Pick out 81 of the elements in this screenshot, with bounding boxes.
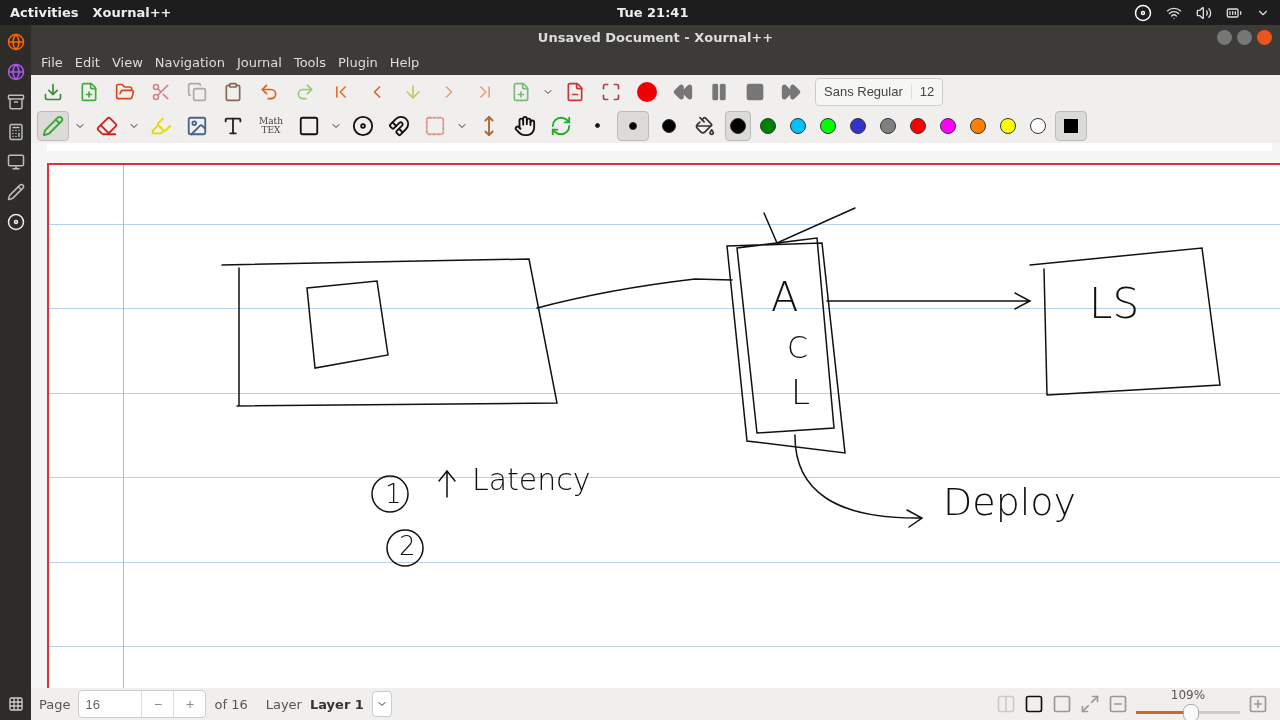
save-icon [43,81,63,102]
archive-icon [6,93,25,111]
magnet-icon [388,114,410,137]
menu-item[interactable]: Help [383,55,426,70]
undo-icon [259,81,279,102]
dot-icon [594,123,600,128]
handwritten-text: Deploy [943,483,1077,521]
dot-icon [629,121,637,130]
two-page-icon [996,694,1016,714]
delete-page-icon [565,81,585,102]
rectangle-icon [298,114,320,137]
activities-button[interactable]: Activities [10,5,79,20]
minimize-button[interactable] [1217,30,1232,45]
fullscreen-icon [601,81,621,102]
clock[interactable]: Tue 21:41 [617,5,689,20]
paste-icon [223,81,243,102]
refresh-icon [550,114,572,137]
paint-bucket-icon [695,115,715,136]
menu-item[interactable]: Tools [287,55,332,70]
layer-dropdown[interactable] [371,691,392,717]
hand-icon [514,114,536,137]
handwritten-text: L [791,375,810,409]
menu-item[interactable]: Journal [230,55,288,70]
pencil-icon [42,114,64,137]
menu-item[interactable]: Plugin [331,55,384,70]
volume-icon [1196,4,1212,21]
page-spinner[interactable]: 16 − + [78,690,207,718]
zoom-out-icon [1108,694,1128,714]
rewind-icon [673,81,693,102]
selection-rectangle-icon [424,114,446,137]
rotate-snap-icon [352,114,374,137]
menu-item[interactable]: File [35,55,69,70]
zoom-in-icon [1248,694,1268,714]
calculator-icon [6,123,25,141]
menu-item[interactable]: Navigation [148,55,231,70]
menu-item[interactable]: Edit [68,55,106,70]
record-icon [637,81,657,102]
handwritten-text: 1 [385,481,402,507]
stop-icon [745,81,765,102]
apps-grid-icon [7,696,24,712]
image-icon [186,114,208,137]
cut-icon [151,81,171,102]
handwritten-text: A [771,277,799,317]
increment-button[interactable]: + [173,691,206,717]
color-button[interactable] [725,110,751,141]
open-folder-icon [115,81,135,102]
close-button[interactable] [1257,30,1272,45]
handwritten-text: C [787,333,808,363]
redo-icon [295,81,315,102]
eraser-icon [96,114,118,137]
zoom-thumb[interactable] [1183,704,1200,720]
page-total: of 16 [214,696,248,712]
app-menu[interactable]: Xournal++ [92,5,172,20]
pencil-tool[interactable] [37,110,69,141]
page-one-icon [1052,694,1072,714]
handwritten-text: LS [1089,283,1140,325]
zoom-percent: 109% [1170,688,1206,702]
menu-item[interactable]: View [105,55,149,70]
math-tex-button[interactable]: Math TEX [253,110,289,141]
fast-forward-icon [781,81,801,102]
maximize-button[interactable] [1237,30,1252,45]
single-page-icon [1024,694,1044,714]
font-selector[interactable]: Sans Regular 12 [815,77,944,106]
dot-icon [662,118,676,133]
pen-size-button[interactable] [617,110,649,141]
browser-icon [6,33,25,51]
copy-icon [187,81,207,102]
handwritten-text: Latency [472,465,591,495]
handwritten-text: 2 [399,533,416,559]
page-label: Page [39,696,71,712]
custom-color-button[interactable] [1055,110,1087,141]
window-title: Unsaved Document - Xournal++ [537,30,774,45]
pause-icon [709,81,729,102]
color-swatch [1064,118,1078,133]
page-field[interactable]: 16 [79,696,142,712]
decrement-button[interactable]: − [141,691,174,717]
new-page-icon [79,81,99,102]
layer-name: Layer 1 [309,696,364,712]
fit-page-icon [1080,694,1100,714]
insert-page-icon [511,81,531,102]
layer-label: Layer [265,696,302,712]
